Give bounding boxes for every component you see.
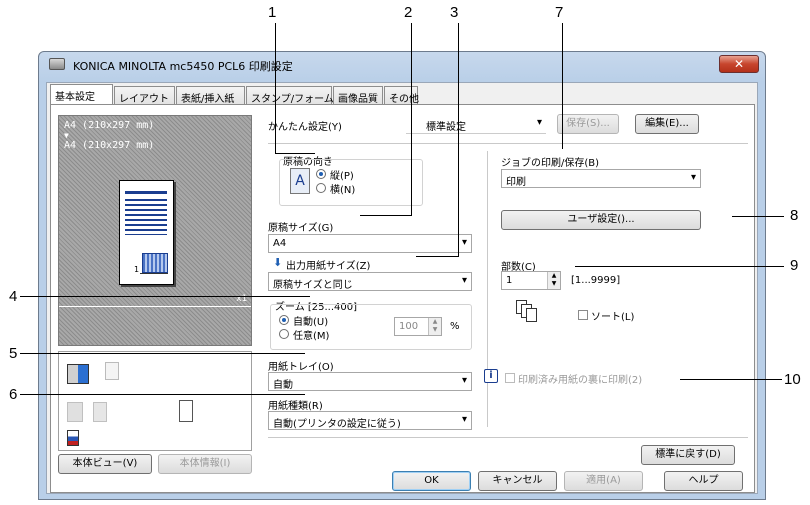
down-arrow-icon: ⬇ xyxy=(273,256,283,269)
job-label: ジョブの印刷/保存(B) xyxy=(501,158,600,169)
device-info-button[interactable]: 本体情報(I) xyxy=(158,454,252,474)
printer-to-pc-icon xyxy=(67,364,89,384)
paper-tray-label: 用紙トレイ(O) xyxy=(268,362,334,373)
copies-range: [1...9999] xyxy=(571,275,621,286)
tab-basic[interactable]: 基本設定 xyxy=(50,84,113,106)
preview-original-size: A4 (210x297 mm) xyxy=(64,120,155,131)
callout-8: 8 xyxy=(790,207,799,224)
callout-6: 6 xyxy=(9,386,18,403)
preview-page-number: 1 xyxy=(134,265,140,274)
callout-1: 1 xyxy=(268,4,277,21)
collate-icon xyxy=(516,300,542,322)
zoom-manual-radio[interactable] xyxy=(279,329,289,339)
ok-button[interactable]: OK xyxy=(392,471,471,491)
copies-value: 1 xyxy=(506,275,513,286)
tab-other[interactable]: その他 xyxy=(384,86,419,105)
sort-label: ソート(L) xyxy=(591,312,635,323)
punch-icon xyxy=(93,402,107,422)
zoom-value: 100 xyxy=(399,321,419,332)
original-size-label: 原稿サイズ(G) xyxy=(268,223,334,234)
preview-output-size: A4 (210x297 mm) xyxy=(64,140,155,151)
paper-type-select[interactable]: 自動(プリンタの設定に従う) xyxy=(268,411,472,430)
preview-arrow: ▼ xyxy=(64,131,69,140)
callout-2: 2 xyxy=(404,4,413,21)
portrait-radio[interactable] xyxy=(316,169,326,179)
tab-image-quality[interactable]: 画像品質 xyxy=(333,86,383,105)
copies-input[interactable]: 1 ▲ ▼ xyxy=(501,271,561,290)
close-button[interactable]: ✕ xyxy=(719,55,759,73)
info-icon[interactable]: i xyxy=(484,369,498,383)
fold-icon xyxy=(179,400,193,422)
easy-setting-select[interactable]: 標準設定 xyxy=(406,115,546,134)
output-size-label: 出力用紙サイズ(Z) xyxy=(286,261,371,272)
callout-9: 9 xyxy=(790,257,799,274)
paper-tray-select[interactable]: 自動 xyxy=(268,372,472,391)
easy-setting-label: かんたん設定(Y) xyxy=(268,122,342,133)
callout-3: 3 xyxy=(450,4,459,21)
duplex-icon xyxy=(67,402,83,422)
print-settings-window: KONICA MINOLTA mc5450 PCL6 印刷設定 ✕ 基本設定 レ… xyxy=(38,51,766,500)
printer-icon xyxy=(49,58,65,70)
window-title: KONICA MINOLTA mc5450 PCL6 印刷設定 xyxy=(73,60,293,73)
preview-sheet: 1 xyxy=(119,180,174,285)
zoom-spin-buttons[interactable]: ▲ ▼ xyxy=(428,318,441,335)
zoom-unit: % xyxy=(450,321,460,332)
sort-checkbox[interactable] xyxy=(578,310,588,320)
help-button[interactable]: ヘルプ xyxy=(664,471,743,491)
tab-stamp[interactable]: スタンプ/フォーム xyxy=(246,86,334,105)
restore-defaults-button[interactable]: 標準に戻す(D) xyxy=(641,445,735,465)
landscape-radio[interactable] xyxy=(316,183,326,193)
callout-4: 4 xyxy=(9,288,18,305)
dialog-body: 基本設定 レイアウト 表紙/挿入紙 スタンプ/フォーム 画像品質 その他 A4 … xyxy=(46,82,758,494)
finisher-icon xyxy=(67,430,79,446)
feature-icons-panel xyxy=(58,351,252,451)
cancel-button[interactable]: キャンセル xyxy=(478,471,557,491)
portrait-label: 縦(P) xyxy=(330,171,354,182)
title-bar[interactable]: KONICA MINOLTA mc5450 PCL6 印刷設定 ✕ xyxy=(39,52,765,78)
zoom-value-input[interactable]: 100 ▲ ▼ xyxy=(394,317,442,336)
edit-button[interactable]: 編集(E)... xyxy=(635,114,699,134)
orientation-portrait-icon: A xyxy=(290,168,310,194)
save-button[interactable]: 保存(S)... xyxy=(557,114,619,134)
callout-10: 10 xyxy=(784,371,801,388)
original-size-select[interactable]: A4 xyxy=(268,234,472,253)
tab-panel-basic: A4 (210x297 mm) ▼ A4 (210x297 mm) 1 x1 本… xyxy=(50,104,755,493)
output-size-select[interactable]: 原稿サイズと同じ xyxy=(268,272,472,291)
print-preview: A4 (210x297 mm) ▼ A4 (210x297 mm) 1 x1 xyxy=(58,115,252,346)
device-view-button[interactable]: 本体ビュー(V) xyxy=(58,454,152,474)
copies-spin-buttons[interactable]: ▲ ▼ xyxy=(547,272,560,289)
callout-5: 5 xyxy=(9,345,18,362)
tab-cover[interactable]: 表紙/挿入紙 xyxy=(176,86,245,105)
user-settings-button[interactable]: ユーザ設定()... xyxy=(501,210,701,230)
landscape-label: 横(N) xyxy=(330,185,356,196)
zoom-auto-radio[interactable] xyxy=(279,315,289,325)
apply-button[interactable]: 適用(A) xyxy=(564,471,643,491)
staple-icon xyxy=(105,362,119,380)
job-select[interactable]: 印刷 xyxy=(501,169,701,188)
callout-7: 7 xyxy=(555,4,564,21)
paper-type-label: 用紙種類(R) xyxy=(268,401,323,412)
zoom-manual-label: 任意(M) xyxy=(293,331,330,342)
tab-layout[interactable]: レイアウト xyxy=(114,86,175,105)
print-on-back-checkbox[interactable] xyxy=(505,373,515,383)
print-on-back-label: 印刷済み用紙の裏に印刷(2) xyxy=(518,375,643,386)
zoom-auto-label: 自動(U) xyxy=(293,317,329,328)
